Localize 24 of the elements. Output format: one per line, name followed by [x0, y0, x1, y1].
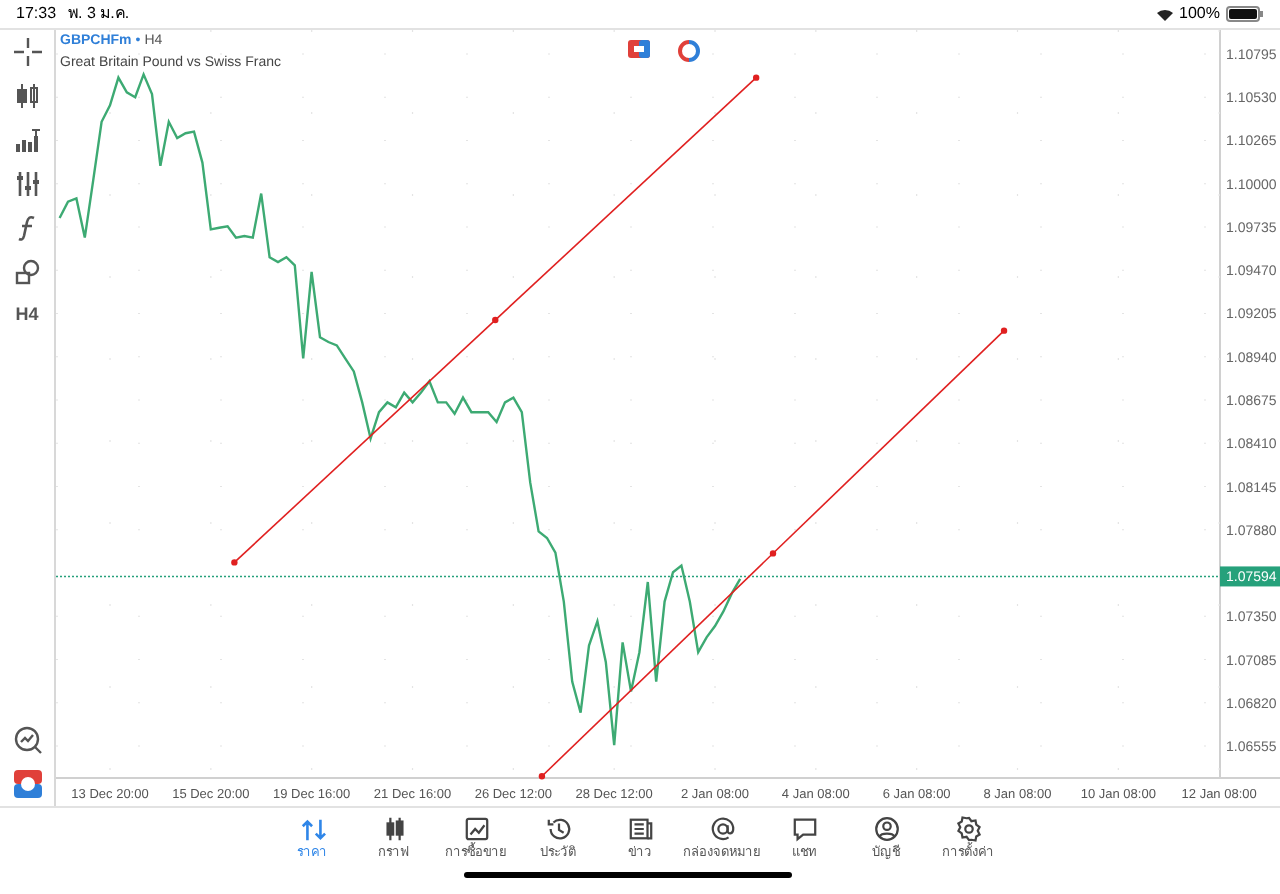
crosshair-icon[interactable]: [13, 38, 41, 66]
chat-bubble-icon: [791, 816, 817, 842]
battery-icon: [1226, 6, 1264, 22]
battery-percent: 100%: [1179, 2, 1220, 26]
history-icon: [545, 816, 571, 842]
user-icon: [873, 816, 899, 842]
wifi-icon: [1155, 7, 1174, 21]
at-sign-icon: [709, 816, 735, 842]
chart-search-icon[interactable]: [13, 726, 41, 754]
status-date: พ. 3 ม.ค.: [68, 2, 130, 26]
candlestick-icon[interactable]: [13, 82, 41, 110]
chart-icon: [463, 816, 489, 842]
status-time: 17:33: [16, 2, 57, 26]
arrows-icon: [299, 816, 325, 842]
settings-icon: [955, 816, 981, 842]
trade-icon[interactable]: [628, 40, 650, 58]
shapes-icon[interactable]: [13, 258, 41, 286]
app-logo-icon[interactable]: [13, 770, 41, 798]
news-icon: [627, 816, 653, 842]
candlestick-icon: [381, 816, 407, 842]
sliders-icon[interactable]: [13, 170, 41, 198]
indicators-icon[interactable]: [13, 126, 41, 154]
timeframe-button[interactable]: H4: [15, 302, 39, 329]
clock-icon[interactable]: [678, 40, 700, 62]
